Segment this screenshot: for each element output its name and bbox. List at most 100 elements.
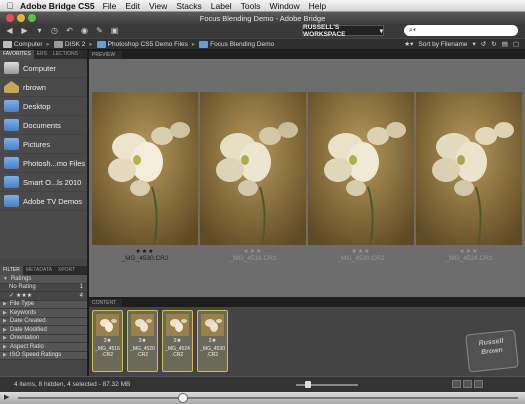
- minimize-window-button[interactable]: [17, 14, 25, 22]
- preview-panel-tab[interactable]: PREVIEW: [89, 51, 122, 59]
- tab-folders[interactable]: ERS: [34, 50, 50, 59]
- menu-label[interactable]: Label: [211, 1, 232, 11]
- filter-date-created[interactable]: ▶ Date Created: [0, 317, 87, 326]
- crumb-computer[interactable]: Computer: [3, 40, 43, 48]
- star-filter-icon[interactable]: ★▾: [404, 40, 413, 48]
- details-view-icon[interactable]: [463, 380, 472, 388]
- window-titlebar: Focus Blending Demo - Adobe Bridge: [0, 12, 525, 24]
- play-icon[interactable]: ▶: [4, 394, 13, 402]
- rotate-right-icon[interactable]: ↻: [491, 40, 496, 48]
- favorite-pictures[interactable]: Pictures: [0, 135, 87, 154]
- boomerang-icon[interactable]: ↶: [64, 26, 75, 36]
- filter-keywords[interactable]: ▶ Keywords: [0, 309, 87, 318]
- menu-bar:  Adobe Bridge CS5 File Edit View Stacks…: [0, 0, 525, 12]
- thumbnail-image: [131, 314, 154, 336]
- preview-image[interactable]: [416, 92, 522, 245]
- search-input[interactable]: ⌕▾: [404, 25, 518, 36]
- orchid-photo: [308, 92, 414, 245]
- tab-export[interactable]: XPORT: [55, 266, 78, 275]
- zoom-window-button[interactable]: [28, 14, 36, 22]
- filter-file-type[interactable]: ▶ File Type: [0, 300, 87, 309]
- tab-filter[interactable]: FILTER: [0, 266, 23, 275]
- crumb-disk[interactable]: DISK 2: [53, 40, 85, 48]
- preview-image[interactable]: [308, 92, 414, 245]
- separator-icon: ▸: [46, 41, 50, 48]
- file-extension: .CR2: [136, 352, 149, 358]
- crumb-demo-files[interactable]: Photoshop CS5 Demo Files: [96, 40, 188, 48]
- content-panel-tab[interactable]: CONTENT: [89, 299, 122, 307]
- favorite-label: Adobe TV Demos: [23, 196, 83, 206]
- close-window-button[interactable]: [6, 14, 14, 22]
- playback-scrubber[interactable]: [178, 393, 188, 403]
- menu-edit[interactable]: Edit: [125, 1, 140, 11]
- favorite-smart-objects[interactable]: Smart O...ls 2010: [0, 173, 87, 192]
- output-icon[interactable]: ▣: [109, 26, 120, 36]
- crumb-focus-blending[interactable]: Focus Blending Demo: [199, 40, 274, 48]
- status-bar: 4 items, 8 hidden, 4 selected - 87.32 MB: [0, 376, 525, 392]
- file-extension: .CR2: [171, 352, 184, 358]
- menu-window[interactable]: Window: [269, 1, 299, 11]
- slider-handle[interactable]: [305, 381, 311, 388]
- forward-icon[interactable]: ▶: [19, 26, 30, 36]
- rating-stars: ★★★: [243, 249, 263, 255]
- view-mode-buttons: [452, 380, 483, 388]
- favorite-rbrown[interactable]: rbrown: [0, 78, 87, 97]
- folder-icon: [4, 100, 19, 112]
- collapse-icon: ▶: [3, 352, 7, 359]
- orchid-thumbnail: [166, 314, 189, 336]
- favorite-computer[interactable]: Computer: [0, 59, 87, 78]
- filter-no-rating[interactable]: No Rating 1: [0, 284, 87, 292]
- menu-file[interactable]: File: [103, 1, 117, 11]
- thumbnail-item[interactable]: 3★ _MG_4524 .CR2: [162, 310, 193, 372]
- trash-icon[interactable]: ▢: [513, 40, 519, 48]
- preview-image[interactable]: [92, 92, 198, 245]
- menu-tools[interactable]: Tools: [241, 1, 261, 11]
- filter-three-stars[interactable]: ✓ ★★★ 4: [0, 292, 87, 301]
- tab-favorites[interactable]: FAVORITES: [0, 50, 34, 59]
- collapse-icon: ▶: [3, 326, 7, 333]
- crumb-label: Photoshop CS5 Demo Files: [107, 40, 188, 48]
- tab-collections[interactable]: LECTIONS: [50, 50, 81, 59]
- favorite-desktop[interactable]: Desktop: [0, 97, 87, 116]
- orchid-thumbnail: [96, 314, 119, 336]
- folder-menu-icon[interactable]: ▾: [34, 26, 45, 36]
- filter-iso[interactable]: ▶ ISO Speed Ratings: [0, 351, 87, 360]
- recent-icon[interactable]: ◷: [49, 26, 60, 36]
- filter-label: Aspect Ratio: [9, 343, 44, 350]
- playback-track[interactable]: [18, 397, 518, 399]
- refine-icon[interactable]: ✎: [94, 26, 105, 36]
- filter-label: ISO Speed Ratings: [9, 352, 62, 359]
- apple-menu-icon[interactable]: : [0, 1, 20, 11]
- new-folder-icon[interactable]: ▤: [502, 40, 508, 48]
- list-view-icon[interactable]: [474, 380, 483, 388]
- computer-icon: [4, 62, 19, 74]
- menu-stacks[interactable]: Stacks: [176, 1, 202, 11]
- favorite-adobe-tv[interactable]: Adobe TV Demos: [0, 192, 87, 211]
- menu-help[interactable]: Help: [309, 1, 326, 11]
- file-name: _MG_4524.CR2: [445, 255, 493, 262]
- folder-icon: [4, 138, 19, 150]
- sort-dropdown[interactable]: Sort by Filename: [418, 41, 467, 48]
- thumbnail-item[interactable]: 3★ _MG_4516 .CR2: [92, 310, 123, 372]
- rotate-left-icon[interactable]: ↺: [481, 40, 486, 48]
- back-icon[interactable]: ◀: [4, 26, 15, 36]
- tab-metadata[interactable]: METADATA: [23, 266, 55, 275]
- rating-stars: 3★: [103, 338, 112, 344]
- filter-ratings-header[interactable]: ▼ Ratings: [0, 275, 87, 284]
- folder-icon: [4, 195, 19, 207]
- thumbnail-item[interactable]: 3★ _MG_4520 .CR2: [127, 310, 158, 372]
- preview-image[interactable]: [200, 92, 306, 245]
- favorite-documents[interactable]: Documents: [0, 116, 87, 135]
- app-menu[interactable]: Adobe Bridge CS5: [20, 1, 95, 11]
- thumbnail-item[interactable]: 3★ _MG_4530 .CR2: [197, 310, 228, 372]
- favorite-photoshop-demo[interactable]: Photosh...mo Files: [0, 154, 87, 173]
- filter-date-modified[interactable]: ▶ Date Modified: [0, 326, 87, 335]
- camera-icon[interactable]: ◉: [79, 26, 90, 36]
- filter-orientation[interactable]: ▶ Orientation: [0, 334, 87, 343]
- grid-view-icon[interactable]: [452, 380, 461, 388]
- menu-view[interactable]: View: [149, 1, 167, 11]
- filter-aspect-ratio[interactable]: ▶ Aspect Ratio: [0, 343, 87, 352]
- workspace-switcher[interactable]: RUSSELL'S WORKSPACE ▾: [302, 24, 384, 38]
- window-title: Focus Blending Demo - Adobe Bridge: [199, 13, 326, 23]
- folder-icon: [4, 176, 19, 188]
